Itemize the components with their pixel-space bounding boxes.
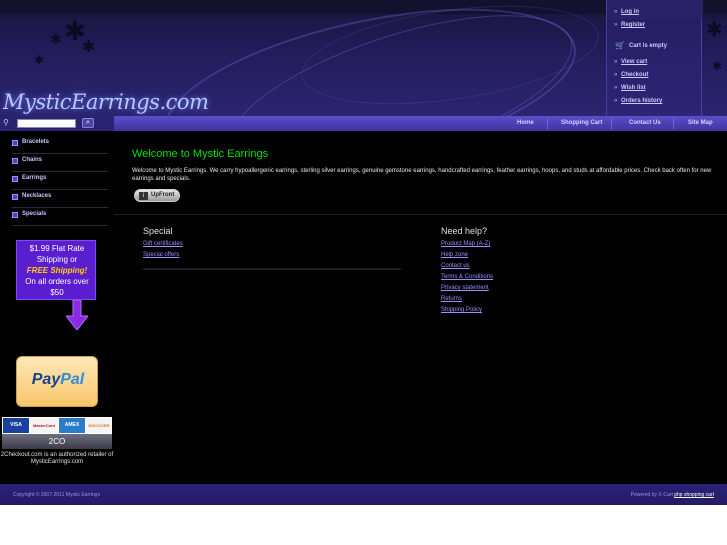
wish-list-link[interactable]: Wish list [614, 85, 646, 91]
visa-card-icon: VISA [3, 418, 29, 433]
shipping-policy-link[interactable]: Shipping Policy [441, 307, 482, 313]
page: ✱ ✱ ✱ ✱ ✱ ✱ MysticEarrings.com Log in Re… [0, 0, 727, 545]
view-cart-link[interactable]: View cart [614, 59, 647, 65]
payment-cards: VISA MasterCard AMEX DISCOVER [2, 417, 112, 434]
twocheckout-text: 2Checkout.com is an authorized retailer … [0, 452, 114, 465]
register-link[interactable]: Register [614, 22, 645, 28]
star-icon: ✱ [50, 31, 62, 47]
bullet-icon [12, 212, 18, 218]
decor-swirl [295, 0, 605, 116]
contact-us-link[interactable]: Contact us [441, 263, 470, 269]
orders-history-link[interactable]: Orders history [614, 98, 662, 104]
nav-contact-us[interactable]: Contact Us [629, 120, 661, 126]
promo-line: On all orders over [25, 277, 89, 286]
terms-link[interactable]: Terms & Conditions [441, 274, 493, 280]
promo-line: $1.99 Flat Rate [29, 244, 85, 253]
category-label: Specials [22, 211, 47, 217]
paypal-label: PayPal [17, 371, 99, 389]
search-button[interactable]: ⌕ [82, 118, 94, 128]
star-icon: ✱ [712, 59, 723, 73]
welcome-text: Welcome to Mystic Earrings. We carry hyp… [132, 168, 712, 182]
divider [114, 214, 727, 215]
twocheckout-label: 2CO [48, 437, 66, 446]
star-icon: ✱ [34, 53, 45, 67]
upfront-button[interactable]: i UpFront [134, 189, 180, 202]
nav-separator [673, 118, 674, 129]
paypal-label-a: Pay [31, 371, 61, 388]
checkout-link[interactable]: Checkout [614, 72, 648, 78]
nav-separator [547, 118, 548, 129]
paypal-label-b: Pal [60, 371, 85, 388]
category-label: Necklaces [22, 193, 52, 199]
account-panel: Log in Register 🛒 Cart is empty View car… [606, 0, 703, 116]
promo-line: $50 [50, 288, 64, 297]
bullet-icon [12, 194, 18, 200]
upfront-label: UpFront [151, 192, 175, 198]
product-map-link[interactable]: Product Map (A-Z) [441, 241, 490, 247]
category-chains[interactable]: Chains [12, 154, 108, 172]
category-label: Bracelets [22, 139, 50, 145]
category-bracelets[interactable]: Bracelets [12, 136, 108, 154]
cart-icon: 🛒 [615, 41, 625, 50]
category-specials[interactable]: Specials [12, 208, 108, 226]
login-link[interactable]: Log in [614, 9, 639, 15]
star-icon: ✱ [706, 19, 723, 41]
xcart-link[interactable]: php shopping cart [674, 492, 714, 498]
bullet-icon [12, 158, 18, 164]
promo-line: Shipping or [36, 255, 78, 264]
help-zone-link[interactable]: Help zone [441, 252, 468, 258]
promo-line: FREE Shipping! [26, 266, 88, 275]
nav-shopping-cart[interactable]: Shopping Cart [561, 120, 602, 126]
binoculars-icon: ⚲ [3, 118, 9, 127]
cart-status: Cart is empty [629, 43, 668, 49]
copyright: Copyright © 2007-2011 Mystic Earrings [13, 492, 100, 498]
nav-home[interactable]: Home [517, 120, 534, 126]
privacy-link[interactable]: Privacy statement [441, 285, 489, 291]
twocheckout-logo: 2CO [2, 434, 112, 449]
star-icon: ✱ [82, 39, 96, 56]
page-title: Welcome to Mystic Earrings [132, 148, 269, 160]
search-input[interactable] [17, 119, 76, 128]
down-arrow-icon [66, 300, 88, 330]
mastercard-icon: MasterCard [31, 418, 57, 433]
special-heading: Special [143, 226, 173, 236]
amex-card-icon: AMEX [59, 418, 85, 433]
help-heading: Need help? [441, 226, 488, 236]
paypal-logo: PayPal [16, 356, 98, 407]
site-logo[interactable]: MysticEarrings.com [3, 90, 209, 114]
upfront-icon: i [139, 192, 148, 200]
powered-prefix: Powered by X-Cart [630, 492, 673, 498]
bullet-icon [12, 176, 18, 182]
powered-by: Powered by X-Cart php shopping cart [631, 492, 714, 498]
category-label: Chains [22, 157, 43, 163]
nav-site-map[interactable]: Site Map [688, 120, 713, 126]
discover-card-icon: DISCOVER [87, 418, 111, 433]
category-earrings[interactable]: Earrings [12, 172, 108, 190]
gift-certificates-link[interactable]: Gift certificates [143, 241, 183, 247]
category-necklaces[interactable]: Necklaces [12, 190, 108, 208]
divider [143, 268, 401, 270]
special-offers-link[interactable]: Special offers [143, 252, 179, 258]
returns-link[interactable]: Returns [441, 296, 462, 302]
category-label: Earrings [22, 175, 47, 181]
footer [0, 484, 727, 505]
nav-separator [611, 118, 612, 129]
bullet-icon [12, 140, 18, 146]
shipping-promo-banner[interactable]: $1.99 Flat Rate Shipping or FREE Shippin… [16, 240, 96, 300]
